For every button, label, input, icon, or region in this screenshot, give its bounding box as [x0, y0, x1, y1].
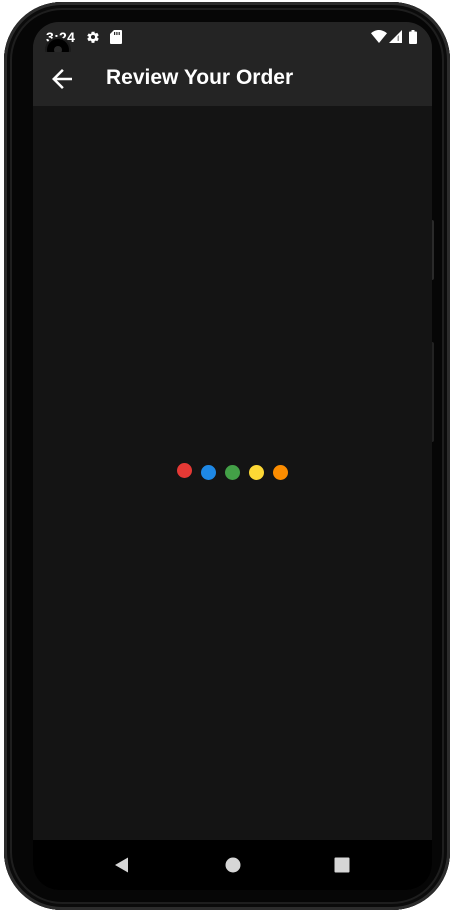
nav-recents-button[interactable] [331, 854, 353, 876]
nav-back-button[interactable] [111, 854, 133, 876]
battery-icon [409, 30, 417, 44]
app-bar: Review Your Order [33, 52, 432, 106]
system-nav-bar [33, 840, 432, 890]
phone-frame: 3:24 [4, 2, 450, 910]
settings-gear-icon [87, 31, 99, 43]
screen: 3:24 [33, 22, 432, 890]
home-circle-icon [225, 857, 241, 873]
status-bar: 3:24 [33, 22, 432, 63]
recents-square-icon [334, 857, 350, 873]
nav-home-button[interactable] [222, 854, 244, 876]
page-title: Review Your Order [106, 66, 294, 89]
back-button[interactable] [47, 64, 77, 94]
back-triangle-icon [115, 857, 128, 873]
loader-dot-yellow [249, 465, 264, 480]
loader-dot-orange [273, 465, 288, 480]
arrow-back-icon [52, 69, 72, 89]
loader-dot-red [177, 463, 192, 478]
loader-dot-green [225, 465, 240, 480]
loader-dot-blue [201, 465, 216, 480]
main-content [33, 106, 432, 840]
loading-indicator [177, 463, 297, 483]
wifi-icon [371, 30, 387, 43]
sd-card-icon [110, 30, 122, 44]
cell-signal-icon [389, 30, 402, 43]
